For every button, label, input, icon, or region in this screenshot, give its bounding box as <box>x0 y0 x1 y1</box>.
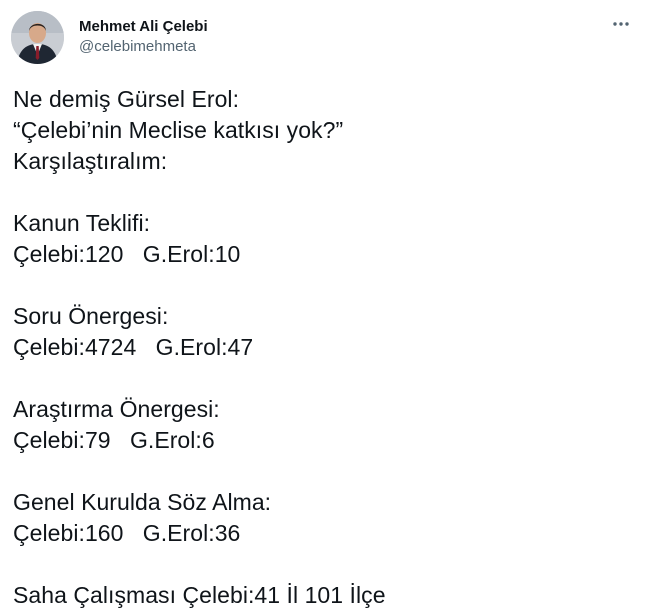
tweet-line: Çelebi:79 G.Erol:6 <box>13 427 215 453</box>
tweet-line: Saha Çalışması Çelebi:41 İl 101 İlçe <box>13 582 386 608</box>
tweet-line: Araştırma Önergesi: <box>13 396 220 422</box>
more-options-button[interactable] <box>608 13 634 35</box>
user-info: Mehmet Ali Çelebi @celebimehmeta <box>79 17 208 57</box>
tweet-header: Mehmet Ali Çelebi @celebimehmeta <box>11 11 634 67</box>
tweet-line <box>13 549 640 580</box>
tweet-line: Çelebi:120 G.Erol:10 <box>13 241 241 267</box>
tweet-line: Karşılaştıralım: <box>13 148 168 174</box>
tweet-line <box>13 177 640 208</box>
tweet-line: Kanun Teklifi: <box>13 210 151 236</box>
tweet-line <box>13 363 640 394</box>
tweet-line: Çelebi:160 G.Erol:36 <box>13 520 241 546</box>
tweet-line: Çelebi:4724 G.Erol:47 <box>13 334 254 360</box>
author-display-name[interactable]: Mehmet Ali Çelebi <box>79 17 208 37</box>
tweet-line: Soru Önergesi: <box>13 303 169 329</box>
tweet-line: Genel Kurulda Söz Alma: <box>13 489 272 515</box>
tweet-card: Mehmet Ali Çelebi @celebimehmeta Ne demi… <box>0 0 650 615</box>
tweet-line <box>13 456 640 487</box>
tweet-line: Ne demiş Gürsel Erol: <box>13 86 240 112</box>
avatar[interactable] <box>11 11 64 64</box>
author-handle[interactable]: @celebimehmeta <box>79 37 208 57</box>
avatar-photo-icon <box>11 11 64 64</box>
tweet-text: Ne demiş Gürsel Erol: “Çelebi’nin Meclis… <box>13 84 640 611</box>
tweet-line: “Çelebi’nin Meclise katkısı yok?” <box>13 117 344 143</box>
more-horizontal-icon <box>613 22 629 26</box>
tweet-line <box>13 270 640 301</box>
